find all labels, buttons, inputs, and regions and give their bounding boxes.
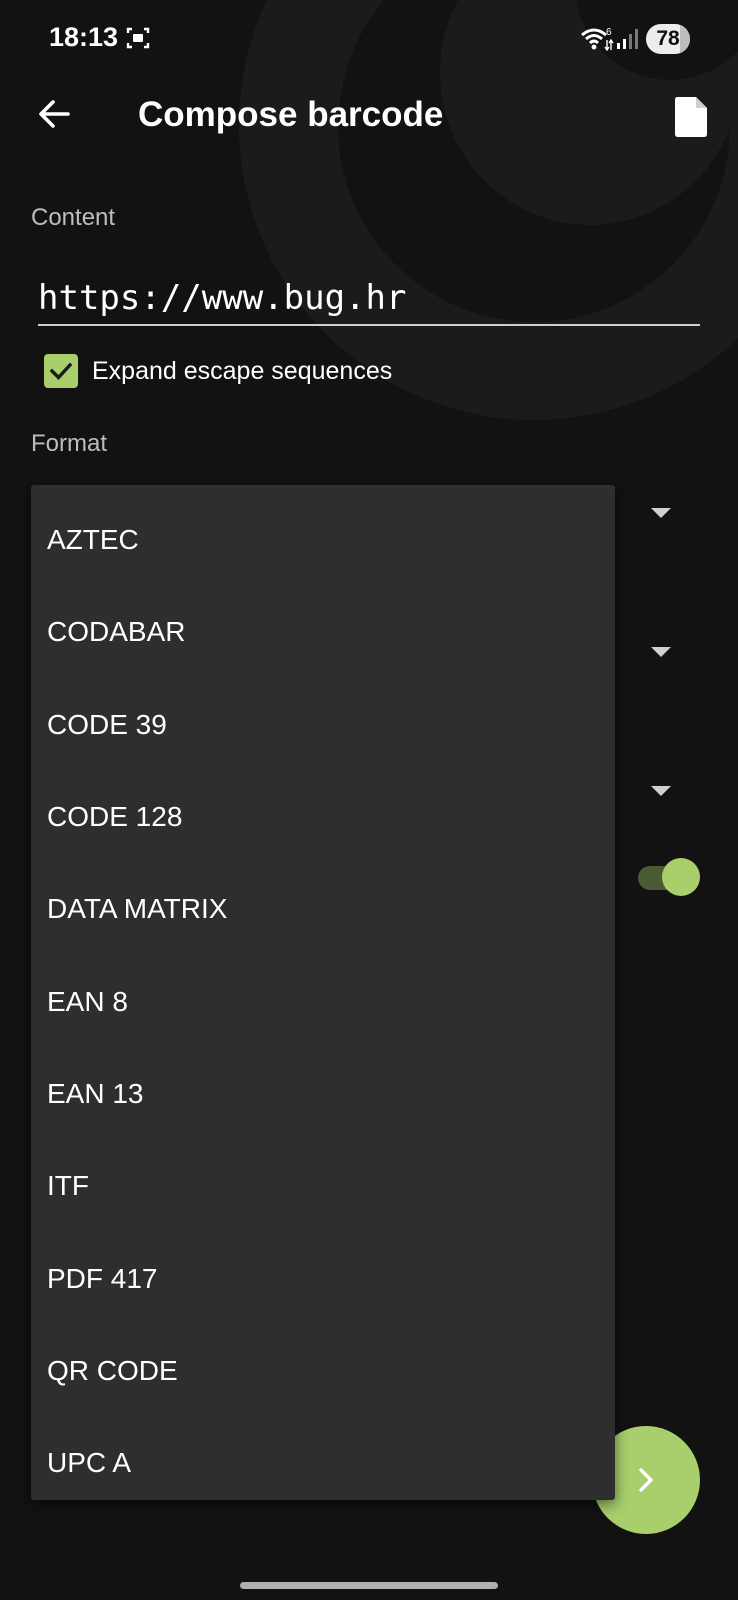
format-dropdown-arrow-icon[interactable] bbox=[651, 508, 671, 518]
expand-escape-checkbox[interactable]: Expand escape sequences bbox=[44, 353, 392, 389]
page-title: Compose barcode bbox=[138, 95, 444, 134]
menu-item-code-39[interactable]: CODE 39 bbox=[31, 679, 615, 771]
menu-item-data-matrix[interactable]: DATA MATRIX bbox=[31, 863, 615, 955]
screenshot-icon bbox=[126, 27, 150, 49]
menu-item-ean-13[interactable]: EAN 13 bbox=[31, 1048, 615, 1140]
svg-text:6: 6 bbox=[606, 27, 612, 38]
menu-item-qr-code[interactable]: QR CODE bbox=[31, 1325, 615, 1417]
menu-item-aztec[interactable]: AZTEC bbox=[31, 494, 615, 586]
file-icon[interactable] bbox=[674, 96, 708, 138]
wifi-icon: 6 bbox=[581, 27, 614, 52]
navigation-handle[interactable] bbox=[240, 1582, 498, 1589]
menu-item-ean-8[interactable]: EAN 8 bbox=[31, 955, 615, 1047]
format-label: Format bbox=[31, 430, 108, 457]
battery-level: 78 bbox=[656, 27, 680, 50]
status-bar: 18:13 6 78 bbox=[0, 0, 738, 80]
chevron-right-icon bbox=[639, 1468, 653, 1492]
menu-item-codabar[interactable]: CODABAR bbox=[31, 586, 615, 678]
signal-icon bbox=[617, 29, 638, 49]
dropdown-arrow-icon[interactable] bbox=[651, 786, 671, 796]
content-label: Content bbox=[31, 204, 116, 231]
expand-escape-label: Expand escape sequences bbox=[92, 356, 393, 385]
menu-item-upc-a[interactable]: UPC A bbox=[31, 1417, 615, 1509]
menu-item-pdf-417[interactable]: PDF 417 bbox=[31, 1232, 615, 1324]
battery-indicator: 78 bbox=[646, 24, 690, 54]
status-time: 18:13 bbox=[49, 22, 119, 52]
check-icon bbox=[49, 362, 73, 380]
screen: 18:13 6 78 Compose barcode Content https… bbox=[0, 0, 738, 1600]
toggle-switch[interactable] bbox=[638, 858, 700, 896]
dropdown-arrow-icon[interactable] bbox=[651, 647, 671, 657]
checkbox-box[interactable] bbox=[44, 354, 78, 388]
arrow-left-icon[interactable] bbox=[34, 94, 74, 134]
menu-item-itf[interactable]: ITF bbox=[31, 1140, 615, 1232]
menu-item-code-128[interactable]: CODE 128 bbox=[31, 771, 615, 863]
format-dropdown-menu: AZTEC CODABAR CODE 39 CODE 128 DATA MATR… bbox=[31, 485, 615, 1500]
content-input[interactable] bbox=[38, 272, 700, 326]
